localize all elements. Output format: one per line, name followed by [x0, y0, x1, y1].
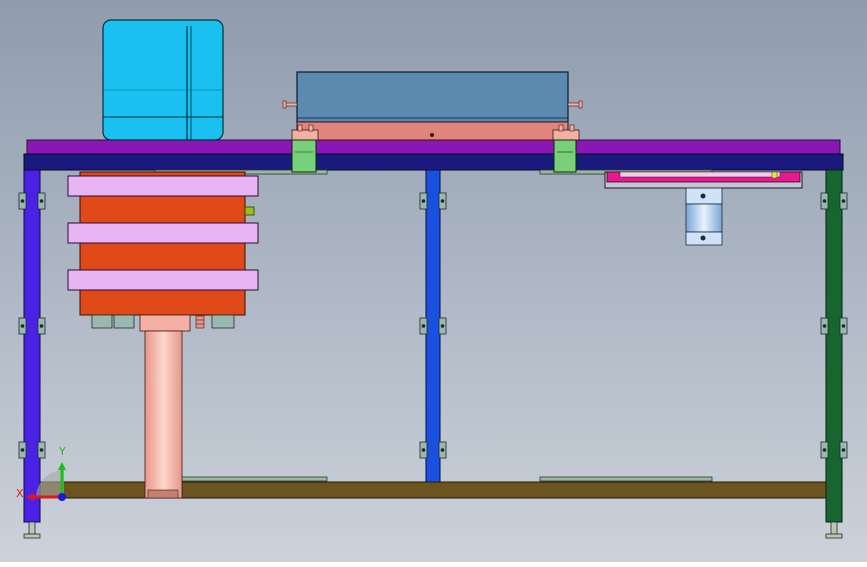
- cad-3d-viewport[interactable]: X Y: [0, 0, 867, 562]
- right-post[interactable]: [825, 169, 843, 523]
- machine-frame-front-view[interactable]: X Y: [0, 0, 867, 562]
- bottom-mount-plate-right[interactable]: [539, 476, 713, 482]
- y-axis-label: Y: [58, 445, 66, 458]
- clamp-right-block[interactable]: [553, 139, 577, 173]
- clamp-left-block[interactable]: [291, 139, 317, 173]
- top-plate[interactable]: [26, 139, 841, 155]
- left-post[interactable]: [23, 169, 41, 523]
- lift-plate-1[interactable]: [67, 175, 259, 197]
- box-body[interactable]: [296, 71, 569, 123]
- top-assembly[interactable]: [23, 139, 844, 175]
- small-cylinder-body[interactable]: [685, 203, 723, 233]
- small-fitting: [195, 315, 205, 329]
- lift-bottom-foot-3: [211, 314, 235, 329]
- motor-housing[interactable]: [102, 19, 224, 141]
- x-axis-label: X: [16, 487, 24, 500]
- clamp-right[interactable]: [552, 124, 580, 173]
- lift-bottom-foot-2: [113, 314, 135, 329]
- cylinder-rod[interactable]: [144, 330, 183, 499]
- rod-flange[interactable]: [139, 314, 191, 332]
- drive-motor[interactable]: [102, 19, 224, 141]
- lift-plate-3[interactable]: [67, 269, 259, 291]
- z-axis-dot: [58, 493, 66, 501]
- box-base[interactable]: [296, 121, 569, 141]
- box-center-mark: [430, 133, 434, 137]
- box-assembly[interactable]: [282, 71, 583, 141]
- lift-bottom-foot-1: [91, 314, 113, 329]
- clamp-left[interactable]: [291, 124, 319, 173]
- sensor-tab[interactable]: [244, 206, 255, 216]
- middle-post[interactable]: [425, 169, 441, 483]
- frame-top-beam[interactable]: [23, 153, 844, 171]
- rod-end: [147, 489, 179, 499]
- lift-plate-2[interactable]: [67, 222, 259, 244]
